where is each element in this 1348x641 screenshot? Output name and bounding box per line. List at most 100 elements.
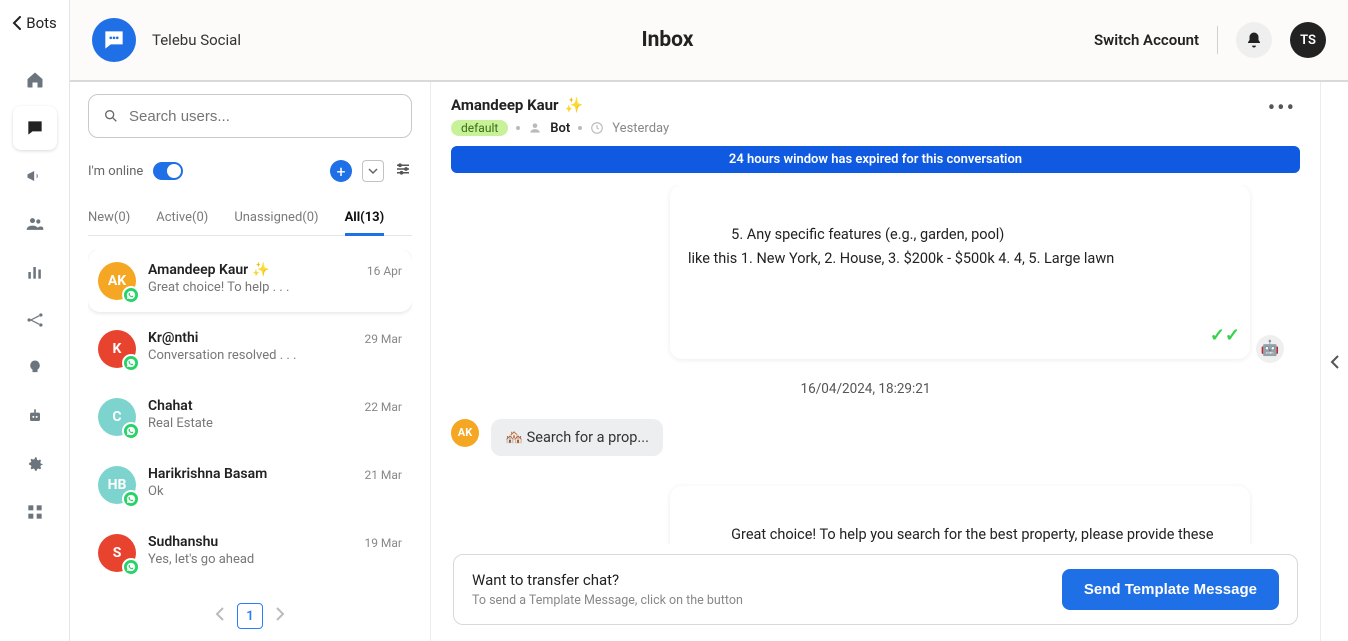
brand-logo-icon bbox=[92, 18, 136, 62]
back-label: Bots bbox=[26, 14, 57, 32]
bell-icon bbox=[1245, 31, 1263, 49]
conversation-date: 19 Mar bbox=[364, 534, 402, 550]
user-avatar[interactable]: TS bbox=[1290, 22, 1326, 58]
sliders-icon bbox=[394, 160, 412, 178]
nav-broadcast-icon[interactable] bbox=[13, 154, 57, 198]
delivered-check-icon: ✓✓ bbox=[1210, 321, 1240, 351]
channel-tag: default bbox=[451, 120, 508, 136]
nav-settings-icon[interactable] bbox=[13, 442, 57, 486]
nav-idea-icon[interactable] bbox=[13, 346, 57, 390]
person-icon bbox=[528, 121, 542, 135]
expiry-banner: 24 hours window has expired for this con… bbox=[451, 146, 1300, 173]
tab-all[interactable]: All(13) bbox=[345, 202, 385, 236]
message-out-text: Great choice! To help you search for the… bbox=[688, 526, 1217, 544]
divider bbox=[1217, 26, 1218, 54]
message-in-avatar: AK bbox=[451, 419, 479, 447]
assignee-label: Bot bbox=[550, 121, 570, 136]
whatsapp-badge-icon bbox=[122, 490, 140, 508]
pagination: 1 bbox=[88, 591, 412, 641]
pager-next[interactable] bbox=[275, 607, 285, 625]
top-header: Telebu Social Inbox Switch Account TS bbox=[70, 0, 1348, 82]
chevron-right-icon bbox=[275, 607, 285, 621]
send-template-button[interactable]: Send Template Message bbox=[1062, 569, 1279, 610]
conversation-avatar: C bbox=[98, 398, 136, 436]
conversation-date: 16 Apr bbox=[367, 262, 402, 278]
conversation-name: Harikrishna Basam bbox=[148, 466, 352, 482]
conversation-preview: Great choice! To help . . . bbox=[148, 280, 355, 295]
switch-account-link[interactable]: Switch Account bbox=[1094, 31, 1199, 49]
conversation-name: Chahat bbox=[148, 398, 352, 414]
page-number[interactable]: 1 bbox=[237, 603, 263, 629]
conversation-preview: Real Estate bbox=[148, 416, 352, 431]
composer-hint: To send a Template Message, click on the… bbox=[472, 593, 1042, 608]
online-label: I'm online bbox=[88, 164, 143, 179]
conversation-item[interactable]: AK Amandeep Kaur✨ Great choice! To help … bbox=[88, 250, 412, 312]
conversation-avatar: K bbox=[98, 330, 136, 368]
online-toggle[interactable] bbox=[153, 162, 183, 180]
conversation-name: Amandeep Kaur✨ bbox=[148, 262, 355, 278]
search-box[interactable] bbox=[88, 94, 412, 138]
chat-more-button[interactable]: ••• bbox=[1268, 96, 1296, 121]
page-title: Inbox bbox=[241, 28, 1094, 52]
conversation-preview: Yes, let's go ahead bbox=[148, 552, 352, 567]
search-icon bbox=[103, 108, 119, 124]
message-out: 5. Any specific features (e.g., garden, … bbox=[670, 185, 1250, 359]
conversation-date: 29 Mar bbox=[364, 330, 402, 346]
left-nav-rail: Bots bbox=[0, 0, 70, 641]
tab-active[interactable]: Active(0) bbox=[156, 202, 208, 235]
conversation-avatar: HB bbox=[98, 466, 136, 504]
message-out: Great choice! To help you search for the… bbox=[670, 486, 1250, 544]
nav-inbox-icon[interactable] bbox=[13, 106, 57, 150]
list-options-button[interactable] bbox=[394, 160, 412, 182]
conversation-item[interactable]: S Sudhanshu Yes, let's go ahead 19 Mar bbox=[88, 522, 412, 584]
conversation-item[interactable]: C Chahat Real Estate 22 Mar bbox=[88, 386, 412, 448]
contact-name: Amandeep Kaur bbox=[451, 96, 559, 114]
chat-date: Yesterday bbox=[612, 121, 669, 136]
conversation-preview: Ok bbox=[148, 484, 352, 499]
back-to-bots[interactable]: Bots bbox=[12, 14, 57, 32]
pager-prev[interactable] bbox=[215, 607, 225, 625]
filter-dropdown[interactable] bbox=[362, 160, 384, 182]
sparkle-icon: ✨ bbox=[252, 262, 269, 278]
tab-unassigned[interactable]: Unassigned(0) bbox=[234, 202, 318, 235]
nav-apps-icon[interactable] bbox=[13, 490, 57, 534]
chevron-left-icon bbox=[215, 607, 225, 621]
message-in: 🏘️ Search for a prop... bbox=[491, 419, 663, 456]
composer-question: Want to transfer chat? bbox=[472, 571, 1042, 589]
conversation-panel: I'm online + New(0) Active(0) Unassigned… bbox=[70, 82, 430, 641]
conversation-date: 21 Mar bbox=[364, 466, 402, 482]
whatsapp-badge-icon bbox=[122, 558, 140, 576]
nav-bot-icon[interactable] bbox=[13, 394, 57, 438]
composer: Want to transfer chat? To send a Templat… bbox=[453, 554, 1298, 625]
new-conversation-button[interactable]: + bbox=[330, 160, 352, 182]
conversation-preview: Conversation resolved . . . bbox=[148, 348, 352, 363]
message-out-text: 5. Any specific features (e.g., garden, … bbox=[688, 226, 1114, 267]
notifications-button[interactable] bbox=[1236, 22, 1272, 58]
expand-right-panel[interactable] bbox=[1320, 82, 1348, 641]
message-in-row: AK 🏘️ Search for a prop... bbox=[451, 419, 1280, 456]
conversation-date: 22 Mar bbox=[364, 398, 402, 414]
whatsapp-badge-icon bbox=[122, 422, 140, 440]
brand-title: Telebu Social bbox=[152, 31, 241, 49]
chat-pane: Amandeep Kaur ✨ default Bot Yesterday bbox=[430, 82, 1320, 641]
conversation-item[interactable]: K Kr@nthi Conversation resolved . . . 29… bbox=[88, 318, 412, 380]
sparkle-icon: ✨ bbox=[565, 96, 584, 114]
whatsapp-badge-icon bbox=[122, 354, 140, 372]
bot-sender-icon: 🤖 bbox=[1256, 335, 1284, 363]
nav-analytics-icon[interactable] bbox=[13, 250, 57, 294]
conversation-name: Kr@nthi bbox=[148, 330, 352, 346]
conversation-avatar: AK bbox=[98, 262, 136, 300]
nav-contacts-icon[interactable] bbox=[13, 202, 57, 246]
nav-integrations-icon[interactable] bbox=[13, 298, 57, 342]
nav-home-icon[interactable] bbox=[13, 58, 57, 102]
whatsapp-badge-icon bbox=[122, 286, 140, 304]
conversation-name: Sudhanshu bbox=[148, 534, 352, 550]
tab-new[interactable]: New(0) bbox=[88, 202, 130, 235]
clock-icon bbox=[590, 121, 604, 135]
timestamp-divider: 16/04/2024, 18:29:21 bbox=[451, 381, 1280, 397]
chevron-down-icon bbox=[368, 166, 378, 176]
chevron-left-icon bbox=[1330, 355, 1340, 369]
conversation-item[interactable]: HB Harikrishna Basam Ok 21 Mar bbox=[88, 454, 412, 516]
conversation-avatar: S bbox=[98, 534, 136, 572]
search-input[interactable] bbox=[129, 108, 397, 125]
